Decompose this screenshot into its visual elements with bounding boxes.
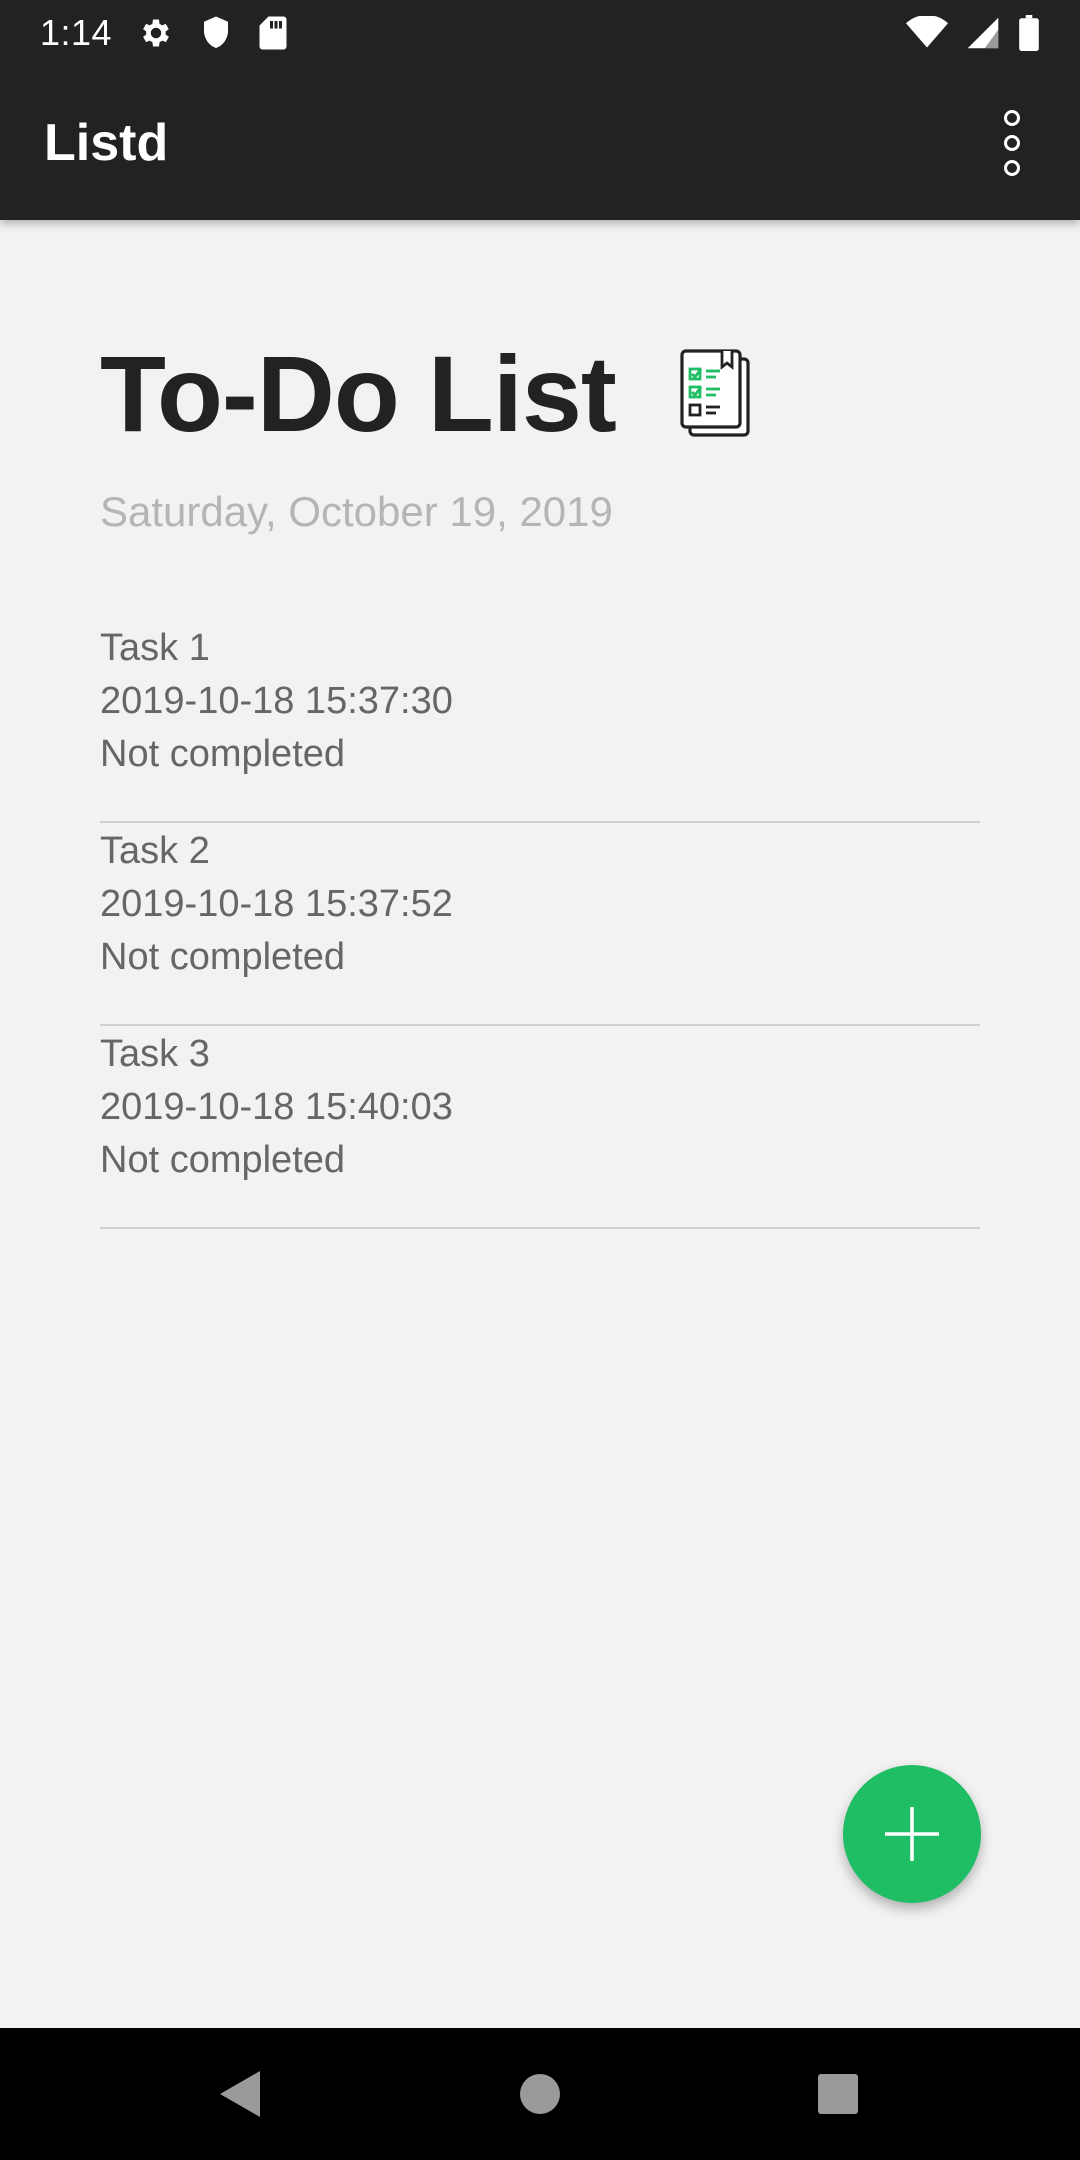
screen: 1:14 Listd To-Do List Saturday, October … (0, 0, 1080, 2160)
recents-icon (818, 2074, 858, 2114)
task-list-item[interactable]: Task 2 2019-10-18 15:37:52 Not completed (100, 823, 980, 1026)
app-title: Listd (44, 114, 169, 172)
signal-icon (966, 16, 1000, 50)
task-list-item[interactable]: Task 3 2019-10-18 15:40:03 Not completed (100, 1026, 980, 1229)
status-bar: 1:14 (0, 0, 1080, 66)
task-name: Task 3 (100, 1033, 210, 1075)
more-vert-icon-dot (1004, 160, 1020, 176)
status-bar-left: 1:14 (40, 12, 288, 54)
task-timestamp: 2019-10-18 15:40:03 (100, 1086, 453, 1128)
task-timestamp: 2019-10-18 15:37:30 (100, 680, 453, 722)
task-list: Task 1 2019-10-18 15:37:30 Not completed… (100, 620, 980, 1229)
shield-icon (200, 15, 232, 51)
task-name: Task 1 (100, 627, 210, 669)
gear-icon (138, 15, 174, 51)
back-icon (220, 2071, 260, 2117)
task-status: Not completed (100, 936, 346, 978)
task-timestamp: 2019-10-18 15:37:52 (100, 883, 453, 925)
more-vert-icon-dot (1004, 135, 1020, 151)
status-time: 1:14 (40, 12, 113, 53)
app-bar: Listd (0, 66, 1080, 220)
home-button[interactable] (510, 2064, 570, 2124)
plus-icon (885, 1807, 939, 1861)
page-date: Saturday, October 19, 2019 (100, 488, 613, 535)
navigation-bar (0, 2028, 1080, 2160)
page-header: To-Do List (100, 340, 752, 448)
status-bar-right (906, 15, 1040, 51)
back-button[interactable] (210, 2064, 270, 2124)
wifi-icon (906, 16, 948, 50)
add-task-button[interactable] (843, 1765, 981, 1903)
task-status: Not completed (100, 733, 346, 775)
page-title: To-Do List (100, 333, 617, 454)
task-list-item[interactable]: Task 1 2019-10-18 15:37:30 Not completed (100, 620, 980, 823)
home-icon (520, 2074, 560, 2114)
more-options-button[interactable] (976, 93, 1048, 193)
sd-card-icon (258, 15, 288, 51)
task-status: Not completed (100, 1139, 346, 1181)
task-name: Task 2 (100, 830, 210, 872)
recents-button[interactable] (808, 2064, 868, 2124)
battery-icon (1018, 15, 1040, 51)
more-vert-icon-dot (1004, 110, 1020, 126)
checklist-icon (678, 349, 752, 439)
